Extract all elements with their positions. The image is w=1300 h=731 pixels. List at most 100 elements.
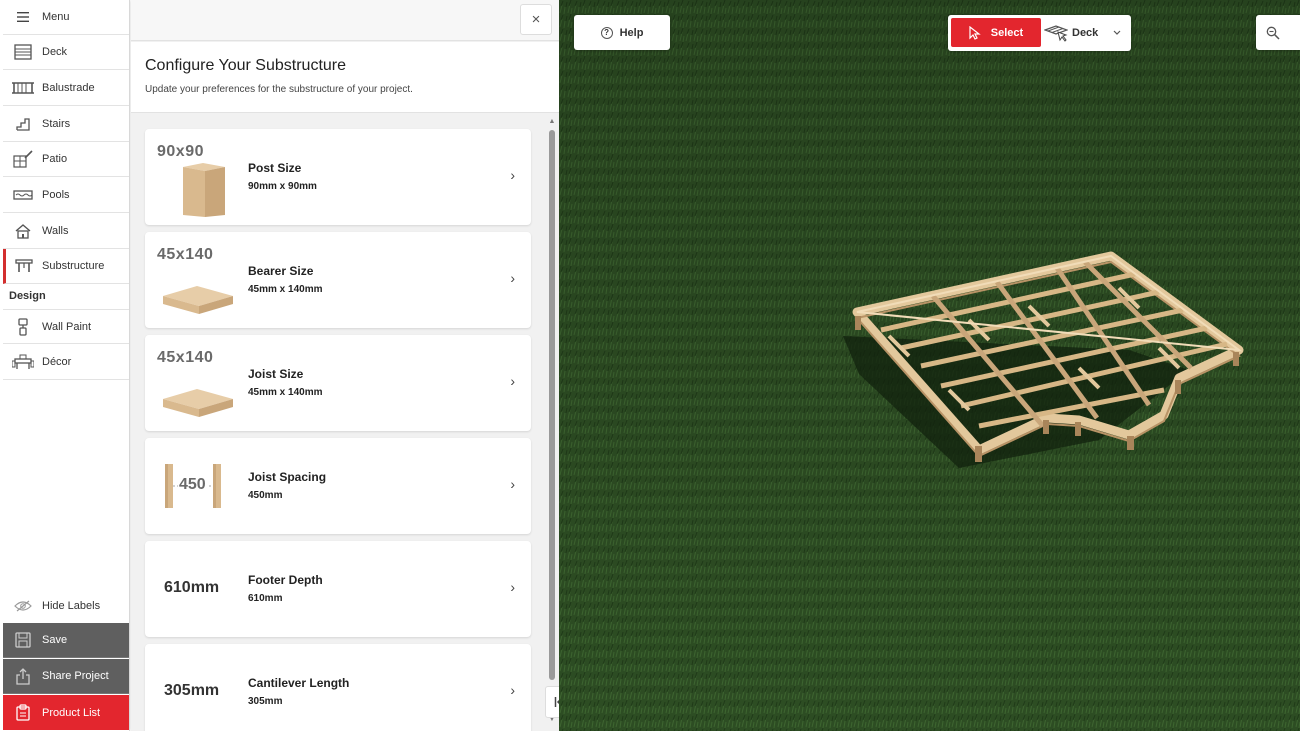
deck-label: Deck (1072, 26, 1099, 39)
mode-toolbar: Select Deck (948, 15, 1131, 51)
walls-icon (3, 223, 42, 239)
chevron-right-icon: › (510, 167, 515, 183)
thumb-label: 45x140 (157, 246, 214, 263)
pools-icon (3, 189, 42, 201)
sidebar-item-label: Balustrade (42, 82, 95, 94)
option-title: Bearer Size (248, 264, 314, 278)
substructure-icon (6, 259, 42, 273)
panel-title: Configure Your Substructure (145, 57, 347, 74)
select-mode-button[interactable]: Select (951, 18, 1041, 47)
product-list-button[interactable]: Product List (3, 695, 129, 730)
sidebar-item-label: Pools (42, 189, 70, 201)
sidebar: Menu Deck Balustrade Stairs Patio Pools … (0, 0, 130, 731)
close-icon: × (531, 11, 541, 28)
chevron-right-icon: › (510, 270, 515, 286)
sidebar-item-label: Substructure (42, 260, 105, 272)
clipboard-icon (3, 704, 42, 721)
option-title: Cantilever Length (248, 676, 350, 690)
product-list-label: Product List (42, 706, 101, 719)
sidebar-item-label: Décor (42, 356, 72, 368)
panel-scrollbar[interactable]: ▲ ▼ (548, 118, 556, 729)
joist-size-thumbnail: 45x140 (153, 345, 241, 425)
chevron-right-icon: › (510, 682, 515, 698)
thumb-label: 45x140 (157, 349, 214, 366)
stairs-icon (3, 117, 42, 131)
help-label: Help (619, 26, 644, 39)
scroll-thumb[interactable] (549, 130, 555, 680)
share-project-button[interactable]: Share Project (3, 659, 129, 694)
option-title: Footer Depth (248, 573, 323, 587)
thumb-label: 450 (178, 476, 207, 494)
joist-spacing-thumbnail: 450 (153, 448, 241, 528)
save-button[interactable]: Save (3, 623, 129, 658)
sidebar-item-pools[interactable]: Pools (3, 178, 129, 213)
substructure-panel: × Configure Your Substructure Update you… (131, 0, 577, 731)
patio-icon (3, 150, 42, 168)
option-value: 45mm x 140mm (248, 284, 323, 295)
option-bearer-size[interactable]: 45x140 Bearer Size 45mm x 140mm › (145, 232, 531, 328)
select-label: Select (990, 26, 1024, 39)
balustrade-icon (3, 81, 42, 95)
sidebar-item-wall-paint[interactable]: Wall Paint (3, 309, 129, 344)
wall-paint-icon (3, 317, 42, 336)
panel-subtitle: Update your preferences for the substruc… (145, 84, 413, 95)
sidebar-item-patio[interactable]: Patio (3, 142, 129, 177)
sidebar-item-walls[interactable]: Walls (3, 214, 129, 249)
option-value: 45mm x 140mm (248, 387, 323, 398)
sidebar-item-label: Patio (42, 153, 68, 165)
save-label: Save (42, 634, 68, 646)
option-title: Joist Size (248, 367, 304, 381)
close-panel-button[interactable]: × (520, 4, 552, 35)
menu-button[interactable]: Menu (3, 0, 129, 35)
panel-header: Configure Your Substructure Update your … (131, 42, 559, 113)
thumb-label: 305mm (164, 682, 220, 699)
hide-labels-label: Hide Labels (42, 599, 101, 612)
sidebar-item-balustrade[interactable]: Balustrade (3, 71, 129, 106)
sidebar-item-label: Walls (42, 225, 69, 237)
deck-icon (3, 44, 42, 60)
hamburger-icon (3, 12, 42, 22)
zoom-out-icon (1266, 26, 1280, 40)
post-size-thumbnail: 90x90 (153, 139, 241, 219)
sidebar-item-label: Deck (42, 46, 68, 58)
question-icon: ? (600, 26, 613, 39)
option-cantilever-length[interactable]: 305mm Cantilever Length 305mm › (145, 644, 531, 731)
design-heading: Design (9, 290, 46, 302)
cursor-icon (969, 25, 981, 40)
deck-substructure-model[interactable] (829, 240, 1249, 480)
deck-tool-icon (1044, 24, 1068, 42)
option-joist-spacing[interactable]: 450 Joist Spacing 450mm › (145, 438, 531, 534)
eye-slash-icon (3, 600, 42, 612)
chevron-right-icon: › (510, 476, 515, 492)
scroll-up-icon[interactable]: ▲ (548, 118, 556, 126)
option-title: Post Size (248, 161, 302, 175)
deck-mode-dropdown[interactable]: Deck (1044, 18, 1128, 47)
help-button[interactable]: ? Help (574, 15, 670, 50)
option-title: Joist Spacing (248, 470, 327, 484)
hide-labels-button[interactable]: Hide Labels (3, 588, 129, 623)
sidebar-item-label: Stairs (42, 118, 71, 130)
sidebar-item-deck[interactable]: Deck (3, 35, 129, 70)
chevron-right-icon: › (510, 373, 515, 389)
bearer-size-thumbnail: 45x140 (153, 242, 241, 322)
zoom-button[interactable] (1256, 15, 1300, 50)
thumb-label: 610mm (164, 579, 220, 596)
sidebar-item-label: Wall Paint (42, 320, 92, 333)
option-value: 450mm (248, 490, 283, 501)
sidebar-item-stairs[interactable]: Stairs (3, 107, 129, 142)
share-project-label: Share Project (42, 670, 109, 682)
sidebar-item-substructure[interactable]: Substructure (3, 249, 129, 284)
app-root: Menu Deck Balustrade Stairs Patio Pools … (0, 0, 1300, 731)
option-footer-depth[interactable]: 610mm Footer Depth 610mm › (145, 541, 531, 637)
thumb-label: 90x90 (157, 143, 204, 160)
option-joist-size[interactable]: 45x140 Joist Size 45mm x 140mm › (145, 335, 531, 431)
chevron-down-icon (1113, 30, 1121, 35)
sidebar-item-decor[interactable]: Décor (3, 345, 129, 380)
share-icon (3, 667, 42, 685)
3d-viewport[interactable]: ? Help Select Deck (559, 0, 1300, 731)
option-post-size[interactable]: 90x90 Post Size 90mm x 90mm › (145, 129, 531, 225)
menu-label: Menu (42, 11, 70, 23)
chevron-right-icon: › (510, 579, 515, 595)
decor-icon (3, 354, 42, 370)
option-value: 90mm x 90mm (248, 181, 317, 192)
